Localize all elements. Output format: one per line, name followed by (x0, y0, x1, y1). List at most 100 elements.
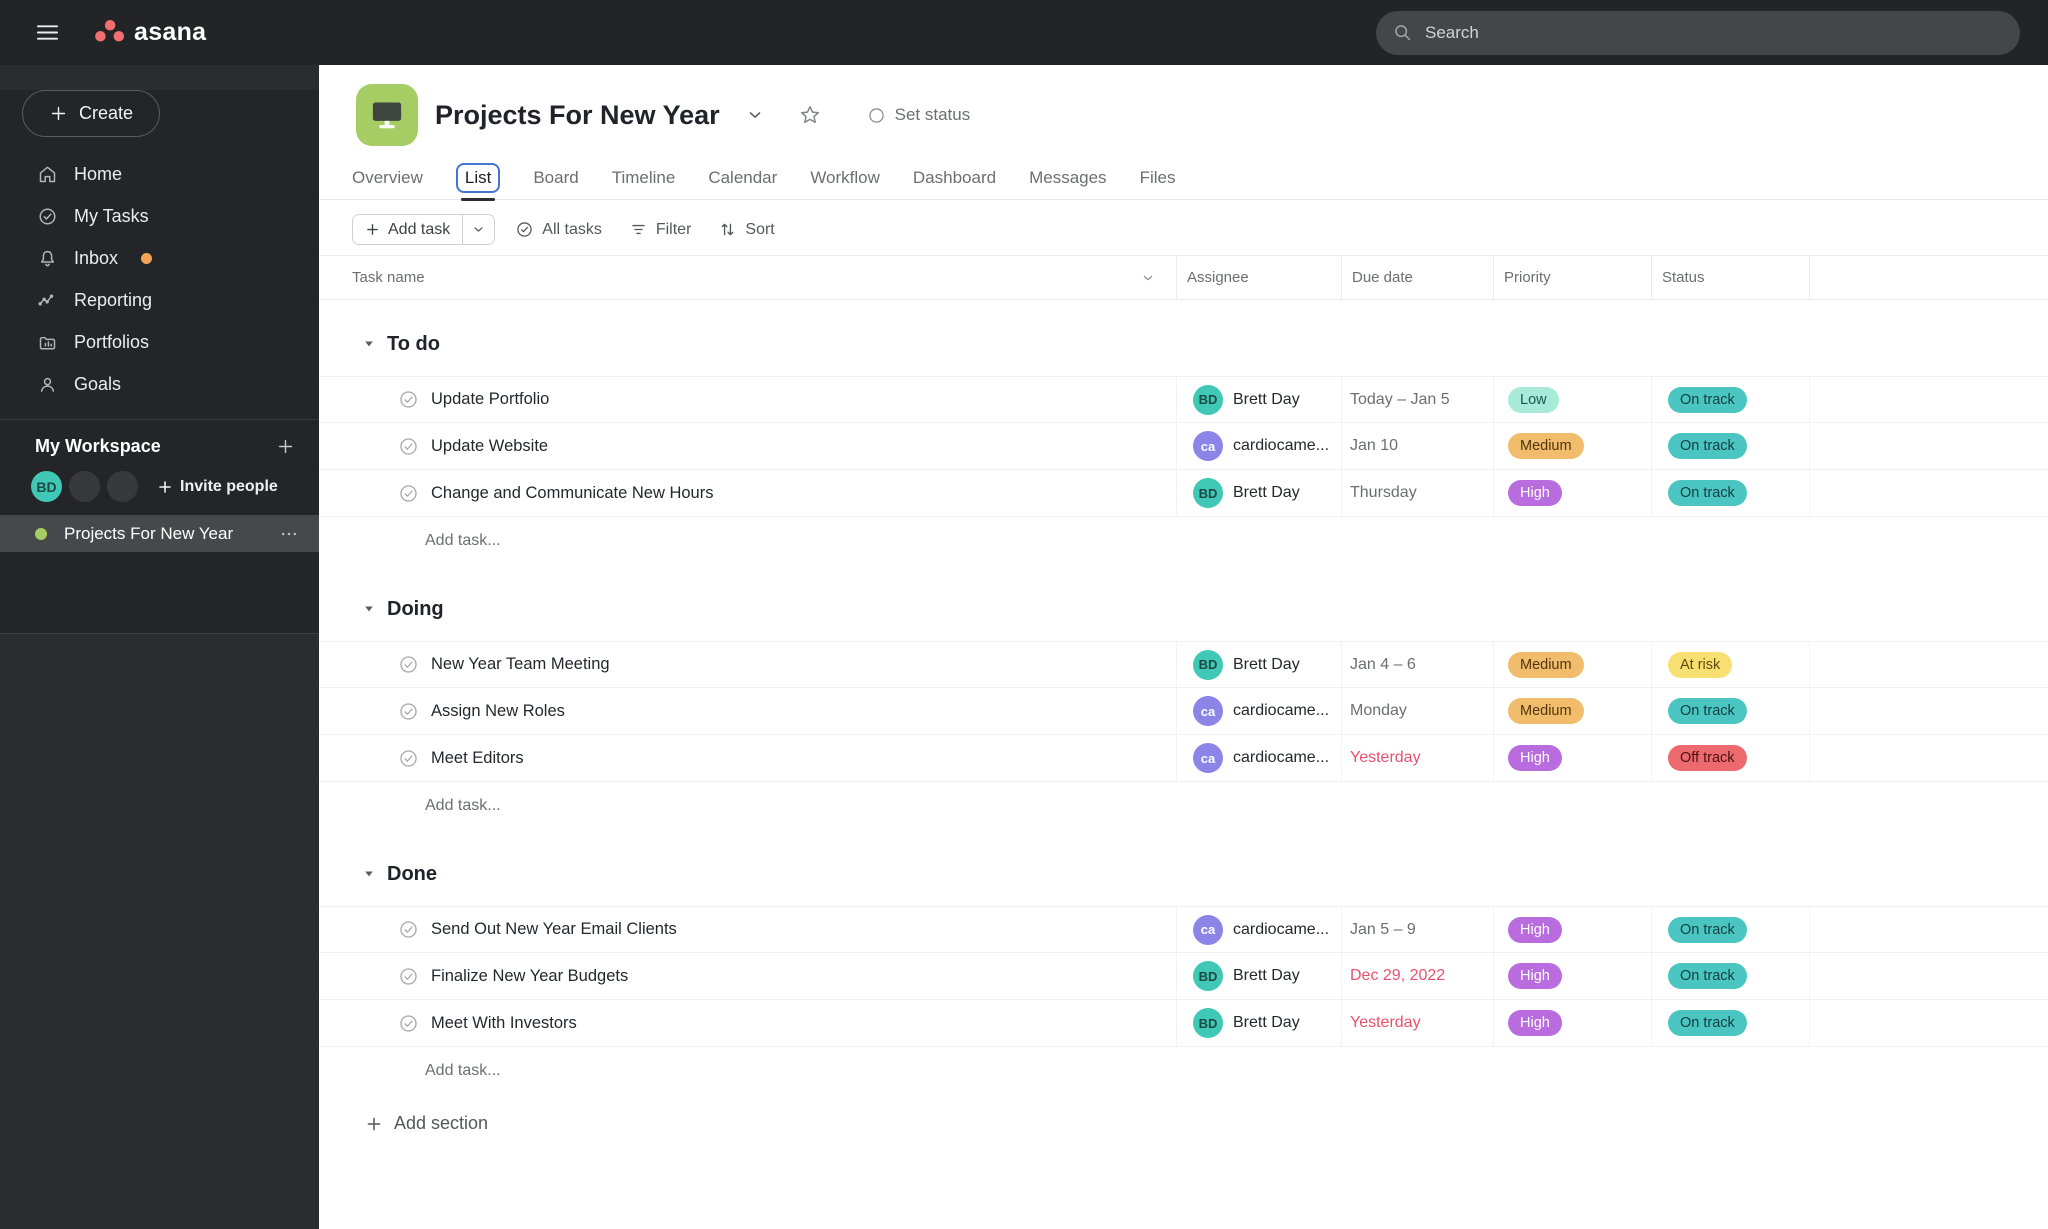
filter-button[interactable]: Filter (629, 220, 691, 239)
priority-badge[interactable]: Medium (1508, 651, 1584, 678)
task-name-cell[interactable]: Assign New Roles (319, 688, 1177, 734)
priority-badge[interactable]: Medium (1508, 698, 1584, 724)
add-task-inline-button[interactable]: Add task... (319, 1047, 2048, 1095)
column-header-priority[interactable]: Priority (1494, 256, 1652, 299)
asana-logo[interactable]: asana (94, 18, 206, 47)
tab-board[interactable]: Board (533, 165, 578, 191)
status-cell[interactable]: On track (1652, 377, 1810, 422)
task-name-cell[interactable]: Send Out New Year Email Clients (319, 907, 1177, 952)
task-row[interactable]: Update Website ca cardiocame... Jan 10 Mediu… (319, 423, 2048, 470)
section-toggle[interactable]: Done (319, 855, 2048, 893)
add-section-button[interactable]: Add section (365, 1113, 2048, 1134)
status-badge[interactable]: On track (1668, 698, 1747, 724)
task-row[interactable]: Meet With Investors BD Brett Day Yesterday H… (319, 1000, 2048, 1047)
task-row[interactable]: Send Out New Year Email Clients ca cardioc… (319, 906, 2048, 953)
task-row[interactable]: New Year Team Meeting BD Brett Day Jan 4 – … (319, 641, 2048, 688)
priority-cell[interactable]: Low (1494, 377, 1652, 422)
add-task-button[interactable]: Add task (353, 215, 462, 244)
due-date-cell[interactable]: Thursday (1342, 470, 1494, 516)
task-name-sort-button[interactable] (1140, 270, 1156, 286)
add-task-menu-button[interactable] (462, 215, 494, 244)
task-row[interactable]: Meet Editors ca cardiocame... Yesterday High… (319, 735, 2048, 782)
priority-badge[interactable]: Low (1508, 386, 1559, 413)
priority-badge[interactable]: High (1508, 1010, 1562, 1036)
status-badge[interactable]: On track (1668, 433, 1747, 459)
due-date-cell[interactable]: Jan 10 (1342, 423, 1494, 469)
status-cell[interactable]: At risk (1652, 642, 1810, 687)
priority-cell[interactable]: High (1494, 470, 1652, 516)
status-badge[interactable]: On track (1668, 1010, 1747, 1036)
due-date-cell[interactable]: Monday (1342, 688, 1494, 734)
priority-cell[interactable]: High (1494, 907, 1652, 952)
priority-badge[interactable]: High (1508, 745, 1562, 771)
due-date-cell[interactable]: Today – Jan 5 (1342, 377, 1494, 422)
assignee-cell[interactable]: ca cardiocame... (1177, 907, 1342, 952)
status-badge[interactable]: At risk (1668, 651, 1733, 678)
assignee-cell[interactable]: BD Brett Day (1177, 470, 1342, 516)
status-cell[interactable]: Off track (1652, 735, 1810, 781)
status-badge[interactable]: On track (1668, 963, 1747, 989)
project-menu-button[interactable] (745, 105, 765, 125)
assignee-cell[interactable]: ca cardiocame... (1177, 688, 1342, 734)
due-date-cell[interactable]: Yesterday (1342, 735, 1494, 781)
sidebar-item-my-tasks[interactable]: My Tasks (0, 195, 319, 237)
sort-button[interactable]: Sort (718, 220, 775, 239)
priority-cell[interactable]: High (1494, 735, 1652, 781)
search-input[interactable] (1425, 22, 2004, 43)
due-date-cell[interactable]: Dec 29, 2022 (1342, 953, 1494, 999)
assignee-cell[interactable]: BD Brett Day (1177, 377, 1342, 422)
tab-dashboard[interactable]: Dashboard (913, 165, 996, 191)
assignee-cell[interactable]: BD Brett Day (1177, 1000, 1342, 1046)
priority-cell[interactable]: High (1494, 1000, 1652, 1046)
add-project-button[interactable] (276, 437, 295, 456)
sidebar-item-inbox[interactable]: Inbox (0, 237, 319, 279)
all-tasks-filter-button[interactable]: All tasks (515, 220, 602, 239)
sidebar-toggle-button[interactable] (30, 16, 64, 50)
task-name-cell[interactable]: Meet Editors (319, 735, 1177, 781)
column-header-assignee[interactable]: Assignee (1177, 256, 1342, 299)
priority-badge[interactable]: High (1508, 916, 1562, 943)
tab-messages[interactable]: Messages (1029, 165, 1106, 191)
task-name-cell[interactable]: Change and Communicate New Hours (319, 470, 1177, 516)
assignee-cell[interactable]: ca cardiocame... (1177, 423, 1342, 469)
status-cell[interactable]: On track (1652, 907, 1810, 952)
task-name-cell[interactable]: Update Website (319, 423, 1177, 469)
tab-timeline[interactable]: Timeline (612, 165, 676, 191)
status-cell[interactable]: On track (1652, 423, 1810, 469)
status-badge[interactable]: On track (1668, 386, 1747, 413)
project-more-button[interactable] (279, 524, 299, 544)
status-cell[interactable]: On track (1652, 1000, 1810, 1046)
task-name-cell[interactable]: Meet With Investors (319, 1000, 1177, 1046)
due-date-cell[interactable]: Jan 4 – 6 (1342, 642, 1494, 687)
add-task-inline-button[interactable]: Add task... (319, 517, 2048, 565)
priority-cell[interactable]: High (1494, 953, 1652, 999)
add-task-inline-button[interactable]: Add task... (319, 782, 2048, 830)
sidebar-item-reporting[interactable]: Reporting (0, 279, 319, 321)
sidebar-item-project[interactable]: Projects For New Year (0, 515, 319, 552)
favorite-button[interactable] (798, 103, 822, 127)
project-icon[interactable] (356, 84, 418, 146)
task-row[interactable]: Update Portfolio BD Brett Day Today – Jan 5… (319, 376, 2048, 423)
priority-cell[interactable]: Medium (1494, 642, 1652, 687)
assignee-cell[interactable]: BD Brett Day (1177, 642, 1342, 687)
section-toggle[interactable]: Doing (319, 590, 2048, 628)
status-cell[interactable]: On track (1652, 688, 1810, 734)
column-header-task-name[interactable]: Task name (319, 256, 1177, 299)
column-header-status[interactable]: Status (1652, 256, 1810, 299)
status-cell[interactable]: On track (1652, 953, 1810, 999)
task-name-cell[interactable]: Finalize New Year Budgets (319, 953, 1177, 999)
member-avatar[interactable]: BD (31, 471, 62, 502)
task-row[interactable]: Finalize New Year Budgets BD Brett Day Dec … (319, 953, 2048, 1000)
task-name-cell[interactable]: Update Portfolio (319, 377, 1177, 422)
tab-overview[interactable]: Overview (352, 165, 423, 191)
tab-files[interactable]: Files (1140, 165, 1176, 191)
priority-badge[interactable]: High (1508, 480, 1562, 506)
priority-badge[interactable]: Medium (1508, 433, 1584, 459)
search-bar[interactable] (1376, 10, 2020, 55)
status-badge[interactable]: On track (1668, 916, 1747, 943)
sidebar-item-home[interactable]: Home (0, 153, 319, 195)
task-row[interactable]: Assign New Roles ca cardiocame... Monday Med… (319, 688, 2048, 735)
assignee-cell[interactable]: ca cardiocame... (1177, 735, 1342, 781)
create-button[interactable]: Create (22, 90, 160, 137)
set-status-button[interactable]: Set status (867, 105, 970, 125)
